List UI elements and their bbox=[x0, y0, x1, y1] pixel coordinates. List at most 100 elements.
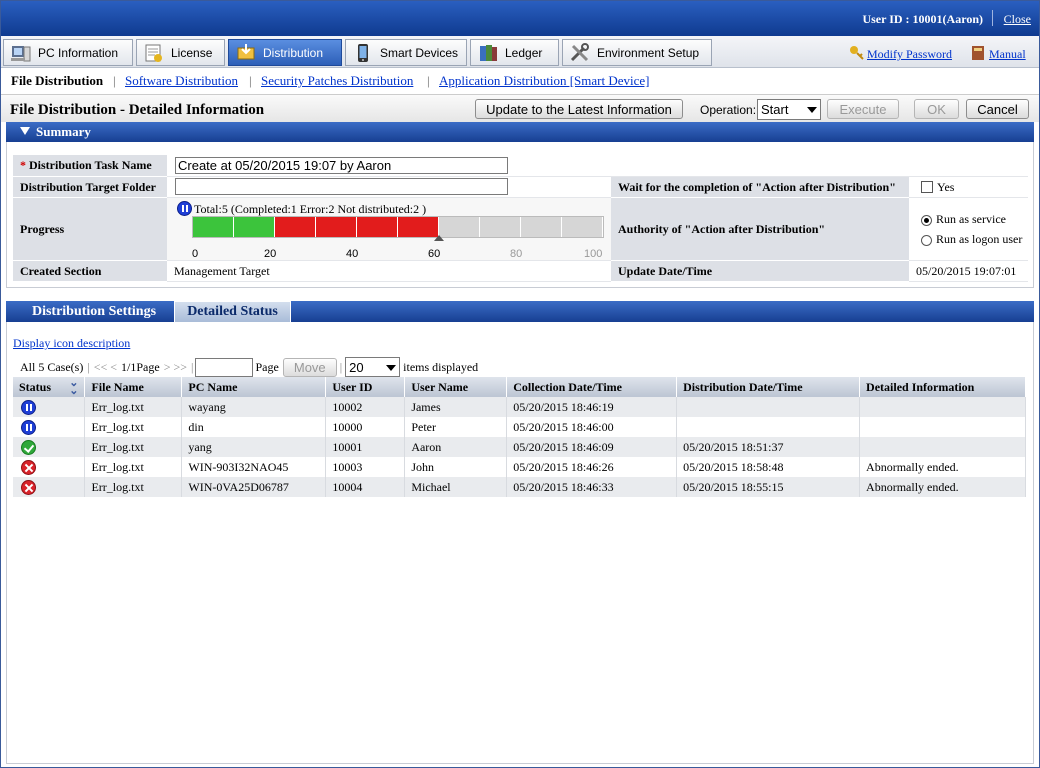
pause-status-icon bbox=[177, 201, 192, 216]
tools-icon bbox=[569, 42, 591, 63]
per-page-select[interactable]: 20 bbox=[345, 357, 401, 377]
cancel-button[interactable]: Cancel bbox=[966, 99, 1029, 119]
sort-double-chevron-icon[interactable]: ⌄ ⌄ bbox=[69, 378, 78, 397]
close-link[interactable]: Close bbox=[1004, 12, 1031, 27]
update-latest-button[interactable]: Update to the Latest Information bbox=[475, 99, 683, 119]
created-section-value: Management Target bbox=[167, 261, 611, 282]
column-header-file-name[interactable]: File Name bbox=[84, 377, 183, 397]
update-datetime-label: Update Date/Time bbox=[611, 261, 909, 282]
column-label: Status bbox=[19, 379, 52, 394]
table-row[interactable]: Err_log.txt wayang 10002 James 05/20/2015 18… bbox=[13, 397, 1026, 417]
tab-license[interactable]: License bbox=[136, 39, 225, 66]
run-as-service-label: Run as service bbox=[936, 212, 1006, 226]
tab-detailed-status[interactable]: Detailed Status bbox=[174, 301, 291, 322]
tab-pc-information[interactable]: PC Information bbox=[3, 39, 133, 66]
tab-label: PC Information bbox=[38, 45, 119, 60]
progress-error-segment bbox=[357, 217, 398, 237]
column-header-status[interactable]: Status ⌄ ⌄ bbox=[13, 377, 86, 397]
progress-marker-icon bbox=[434, 235, 444, 241]
user-name-cell: James bbox=[404, 397, 508, 417]
tab-label: Distribution bbox=[263, 45, 324, 60]
status-cell bbox=[13, 397, 86, 417]
first-prev-link[interactable]: << < bbox=[94, 360, 117, 375]
items-displayed-label: items displayed bbox=[403, 359, 479, 374]
tab-label: License bbox=[171, 45, 213, 60]
table-row[interactable]: Err_log.txt yang 10001 Aaron 05/20/2015 18:4… bbox=[13, 437, 1026, 457]
user-name-cell: Aaron bbox=[404, 437, 508, 457]
move-button[interactable]: Move bbox=[282, 357, 337, 377]
chevron-down-icon bbox=[386, 365, 397, 371]
collection-date-cell: 05/20/2015 18:46:00 bbox=[506, 417, 678, 437]
target-folder-label: Distribution Target Folder bbox=[13, 177, 167, 198]
divider: | bbox=[191, 359, 194, 374]
collection-date-cell: 05/20/2015 18:46:26 bbox=[506, 457, 678, 477]
status-cell bbox=[13, 437, 86, 457]
page-input[interactable] bbox=[195, 357, 254, 377]
authority-cell: Run as service Run as logon user bbox=[909, 198, 1028, 261]
main-nav: PC Information License Distribution Smar… bbox=[1, 36, 1039, 68]
table-row[interactable]: Err_log.txt WIN-903I32NAO45 10003 John 05/20… bbox=[13, 457, 1026, 477]
distribution-date-cell: 05/20/2015 18:58:48 bbox=[676, 457, 861, 477]
tab-label: Environment Setup bbox=[597, 45, 700, 60]
modify-password-link[interactable]: Modify Password bbox=[867, 47, 952, 62]
status-cell bbox=[13, 417, 86, 437]
table-row[interactable]: Err_log.txt din 10000 Peter 05/20/2015 18:46… bbox=[13, 417, 1026, 437]
run-as-logon-user-radio[interactable] bbox=[921, 234, 932, 246]
collection-date-cell: 05/20/2015 18:46:09 bbox=[506, 437, 678, 457]
app-window: User ID : 10001(Aaron) Close PC Informat… bbox=[0, 0, 1040, 768]
run-as-service-option[interactable]: Run as service bbox=[921, 212, 1028, 232]
ok-button[interactable]: OK bbox=[914, 99, 959, 119]
summary-header[interactable]: Summary bbox=[6, 122, 1034, 142]
page-info: 1/1Page bbox=[121, 359, 160, 374]
wait-completion-checkbox[interactable] bbox=[921, 181, 933, 193]
progress-label: Progress bbox=[13, 198, 167, 261]
ledger-icon bbox=[477, 43, 499, 63]
column-header-collection-date[interactable]: Collection Date/Time bbox=[506, 377, 678, 397]
detailed-info-cell bbox=[859, 417, 1026, 437]
operation-select[interactable]: Start bbox=[757, 99, 821, 120]
user-id-label: User ID : 10001(Aaron) bbox=[862, 12, 983, 26]
progress-remaining-segment bbox=[562, 217, 603, 237]
software-distribution-link[interactable]: Software Distribution bbox=[125, 73, 238, 89]
status-cell bbox=[13, 457, 86, 477]
progress-tick-label: 60 bbox=[428, 248, 441, 260]
tab-distribution[interactable]: Distribution bbox=[228, 39, 342, 66]
column-header-user-name[interactable]: User Name bbox=[404, 377, 508, 397]
run-as-logon-user-option[interactable]: Run as logon user bbox=[921, 232, 1028, 252]
column-header-detailed-info[interactable]: Detailed Information bbox=[859, 377, 1026, 397]
security-patches-link[interactable]: Security Patches Distribution bbox=[261, 73, 413, 89]
column-header-distribution-date[interactable]: Distribution Date/Time bbox=[676, 377, 861, 397]
pager: All 5 Case(s) | << < 1/1Page > >> | Page… bbox=[20, 357, 478, 377]
run-as-service-radio[interactable] bbox=[921, 214, 932, 226]
manual-link[interactable]: Manual bbox=[989, 47, 1026, 62]
progress-completed-segment bbox=[234, 217, 275, 237]
pc-name-cell: WIN-0VA25D06787 bbox=[181, 477, 327, 497]
table-row[interactable]: Err_log.txt WIN-0VA25D06787 10004 Michael 05… bbox=[13, 477, 1026, 497]
target-folder-input[interactable] bbox=[175, 178, 508, 195]
progress-error-segment bbox=[316, 217, 357, 237]
column-header-user-id[interactable]: User ID bbox=[325, 377, 406, 397]
file-name-cell: Err_log.txt bbox=[84, 437, 183, 457]
tab-ledger[interactable]: Ledger bbox=[470, 39, 559, 66]
column-header-pc-name[interactable]: PC Name bbox=[181, 377, 327, 397]
application-distribution-link[interactable]: Application Distribution [Smart Device] bbox=[439, 73, 649, 89]
progress-remaining-segment bbox=[521, 217, 562, 237]
next-last-link[interactable]: > >> bbox=[164, 360, 187, 375]
tab-environment-setup[interactable]: Environment Setup bbox=[562, 39, 712, 66]
created-section-label: Created Section bbox=[13, 261, 167, 282]
progress-remaining-segment bbox=[480, 217, 521, 237]
top-bar: User ID : 10001(Aaron) Close bbox=[1, 1, 1039, 36]
case-count: All 5 Case(s) bbox=[20, 359, 84, 374]
tab-distribution-settings[interactable]: Distribution Settings bbox=[14, 301, 174, 322]
collection-date-cell: 05/20/2015 18:46:19 bbox=[506, 397, 678, 417]
tab-smart-devices[interactable]: Smart Devices bbox=[345, 39, 467, 66]
pc-name-cell: WIN-903I32NAO45 bbox=[181, 457, 327, 477]
execute-button[interactable]: Execute bbox=[827, 99, 899, 119]
page-label: Page bbox=[255, 359, 279, 374]
task-name-label: * Distribution Task Name bbox=[13, 155, 167, 177]
page-header: File Distribution - Detailed Information… bbox=[1, 94, 1039, 122]
status-cell bbox=[13, 477, 86, 497]
progress-tick-label: 0 bbox=[192, 248, 199, 260]
icon-description-link[interactable]: Display icon description bbox=[13, 336, 130, 351]
task-name-input[interactable]: Create at 05/20/2015 19:07 by Aaron bbox=[175, 157, 508, 174]
